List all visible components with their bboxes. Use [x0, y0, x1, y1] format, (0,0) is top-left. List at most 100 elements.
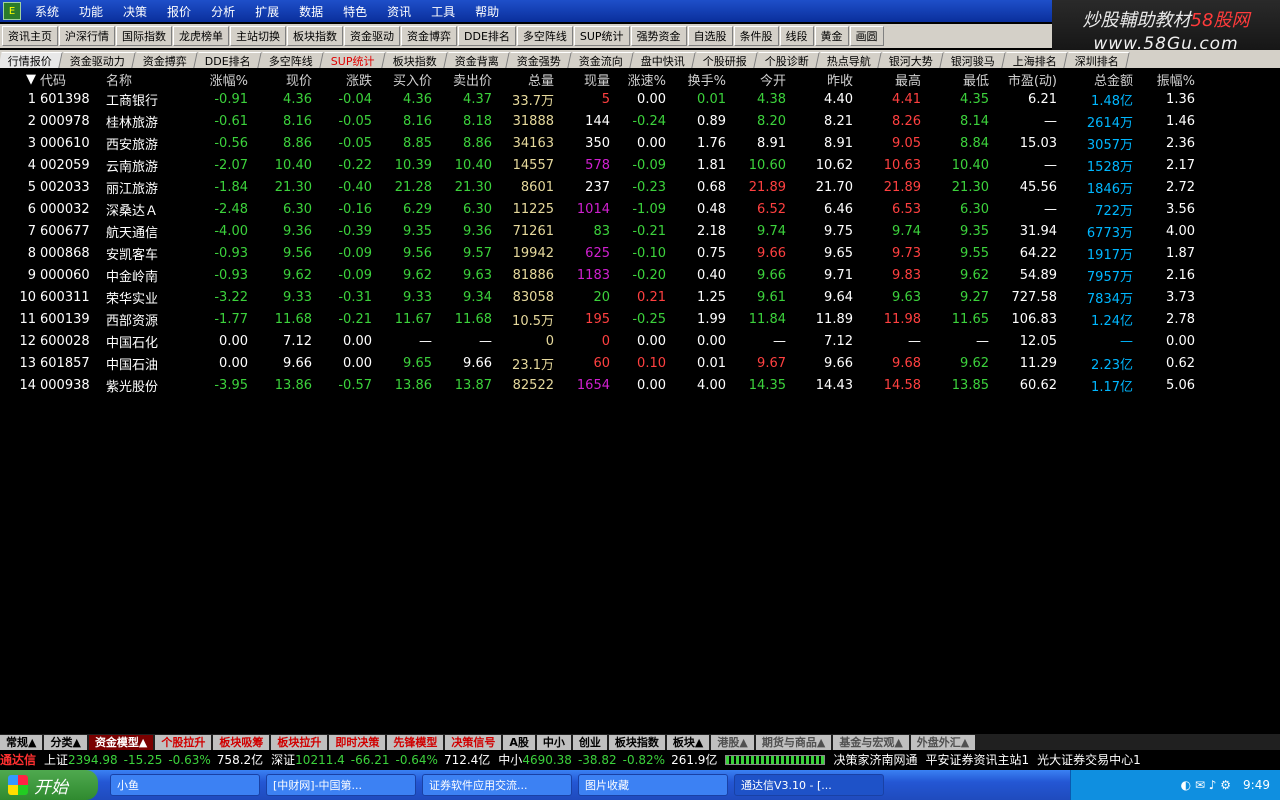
market-tab[interactable]: 外盘外汇▲ [910, 734, 976, 750]
sort-toggle-icon[interactable]: ▼ [0, 72, 40, 87]
stock-name[interactable]: 中国石油 [102, 354, 186, 373]
row-number[interactable]: 4 [0, 158, 40, 173]
stock-name[interactable]: 工商银行 [102, 90, 186, 109]
stock-code[interactable]: 000938 [40, 378, 102, 393]
function-tab[interactable]: 银河骏马 [940, 52, 1006, 68]
market-tab[interactable]: 期货与商品▲ [755, 734, 832, 750]
market-tab[interactable]: 常规▲ [0, 734, 43, 750]
table-row[interactable]: 10 600311 荣华实业 -3.22 9.33 -0.31 9.33 9.34 83058 2… [0, 286, 1280, 308]
table-row[interactable]: 6 000032 深桑达Ａ -2.48 6.30 -0.16 6.29 6.30 11225 10… [0, 198, 1280, 220]
column-header[interactable]: 换手% [666, 70, 726, 89]
taskbar-window-button[interactable]: 图片收藏 [578, 774, 728, 796]
market-tab[interactable]: 基金与宏观▲ [833, 734, 909, 750]
toolbar-button[interactable]: 主站切换 [230, 26, 286, 46]
start-button[interactable]: 开始 [0, 770, 98, 800]
market-tab[interactable]: 港股▲ [711, 734, 754, 750]
column-header[interactable]: 涨速% [610, 70, 666, 89]
table-row[interactable]: 1 601398 工商银行 -0.91 4.36 -0.04 4.36 4.37 33.7万 5 0… [0, 88, 1280, 110]
stock-code[interactable]: 600139 [40, 312, 102, 327]
market-tab[interactable]: 即时决策 [329, 734, 386, 750]
column-header[interactable]: 振幅% [1133, 70, 1195, 89]
menu-item[interactable]: 数据 [289, 3, 333, 20]
menu-item[interactable]: 特色 [333, 3, 377, 20]
toolbar-button[interactable]: SUP统计 [573, 26, 630, 46]
function-tab[interactable]: 资金流向 [568, 52, 634, 68]
taskbar-window-button[interactable]: 通达信V3.10 - [... [734, 774, 884, 796]
function-tab[interactable]: 资金驱动力 [60, 52, 136, 68]
function-tab[interactable]: 深圳排名 [1064, 52, 1130, 68]
market-tab[interactable]: 板块▲ [666, 734, 710, 750]
table-row[interactable]: 4 002059 云南旅游 -2.07 10.40 -0.22 10.39 10.40 1455… [0, 154, 1280, 176]
row-number[interactable]: 6 [0, 202, 40, 217]
column-header[interactable]: 总金额 [1057, 70, 1133, 89]
stock-name[interactable]: 桂林旅游 [102, 112, 186, 131]
toolbar-button[interactable]: 多空阵线 [516, 26, 573, 46]
table-row[interactable]: 3 000610 西安旅游 -0.56 8.86 -0.05 8.85 8.86 34163 35… [0, 132, 1280, 154]
row-number[interactable]: 14 [0, 378, 40, 393]
market-tab[interactable]: 先锋模型 [387, 734, 444, 750]
stock-code[interactable]: 601857 [40, 356, 102, 371]
market-tab[interactable]: 板块拉升 [271, 734, 328, 750]
toolbar-button[interactable]: 板块指数 [287, 26, 343, 46]
column-header[interactable]: 总量 [492, 70, 554, 89]
toolbar-button[interactable]: 强势资金 [630, 26, 687, 46]
menu-item[interactable]: 报价 [157, 3, 201, 20]
stock-name[interactable]: 中国石化 [102, 332, 186, 351]
taskbar-window-button[interactable]: [中财网]-中国第... [266, 774, 416, 796]
toolbar-button[interactable]: 国际指数 [116, 26, 172, 46]
function-tab[interactable]: 盘中快讯 [630, 52, 696, 68]
menu-item[interactable]: 扩展 [245, 3, 289, 20]
menu-item[interactable]: 资讯 [377, 3, 421, 20]
table-row[interactable]: 11 600139 西部资源 -1.77 11.68 -0.21 11.67 11.68 10.… [0, 308, 1280, 330]
column-header[interactable]: 最高 [853, 70, 921, 89]
column-header[interactable]: 现量 [554, 70, 610, 89]
stock-name[interactable]: 云南旅游 [102, 156, 186, 175]
column-header[interactable]: 现价 [248, 70, 312, 89]
row-number[interactable]: 5 [0, 180, 40, 195]
toolbar-button[interactable]: 条件股 [733, 26, 779, 46]
table-row[interactable]: 12 600028 中国石化 0.00 7.12 0.00 — — 0 0 0.00 0.00 — 7.1… [0, 330, 1280, 352]
market-tab[interactable]: 个股拉升 [155, 734, 212, 750]
toolbar-button[interactable]: 自选股 [687, 26, 733, 46]
function-tab[interactable]: 行情报价 [0, 52, 63, 68]
column-header[interactable]: 市盈(动) [989, 70, 1057, 89]
function-tab[interactable]: 上海排名 [1002, 52, 1068, 68]
function-tab[interactable]: 资金搏弈 [133, 52, 198, 68]
stock-name[interactable]: 航天通信 [102, 222, 186, 241]
row-number[interactable]: 12 [0, 334, 40, 349]
function-tab[interactable]: 板块指数 [382, 52, 448, 68]
market-tab[interactable]: 板块吸筹 [213, 734, 270, 750]
column-header[interactable]: 最低 [921, 70, 989, 89]
stock-name[interactable]: 紫光股份 [102, 376, 186, 395]
toolbar-button[interactable]: 龙虎榜单 [173, 26, 229, 46]
column-header[interactable]: 昨收 [786, 70, 853, 89]
column-header[interactable]: 涨幅% [186, 70, 248, 89]
market-tab[interactable]: A股 [503, 734, 535, 750]
row-number[interactable]: 10 [0, 290, 40, 305]
column-header[interactable]: 涨跌 [312, 70, 372, 89]
market-tab[interactable]: 资金模型▲ [88, 734, 154, 750]
row-number[interactable]: 9 [0, 268, 40, 283]
stock-code[interactable]: 000978 [40, 114, 102, 129]
stock-code[interactable]: 000868 [40, 246, 102, 261]
market-tab[interactable]: 分类▲ [44, 734, 87, 750]
toolbar-button[interactable]: 线段 [779, 26, 814, 46]
stock-code[interactable]: 601398 [40, 92, 102, 107]
stock-name[interactable]: 西部资源 [102, 310, 186, 329]
toolbar-button[interactable]: 黄金 [814, 26, 849, 46]
column-header[interactable]: 卖出价 [432, 70, 492, 89]
stock-name[interactable]: 西安旅游 [102, 134, 186, 153]
menu-item[interactable]: 分析 [201, 3, 245, 20]
table-row[interactable]: 14 000938 紫光股份 -3.95 13.86 -0.57 13.86 13.87 825… [0, 374, 1280, 396]
menu-item[interactable]: 系统 [25, 3, 69, 20]
stock-name[interactable]: 安凯客车 [102, 244, 186, 263]
menu-item[interactable]: 功能 [69, 3, 113, 20]
stock-name[interactable]: 丽江旅游 [102, 178, 186, 197]
toolbar-button[interactable]: 沪深行情 [59, 26, 115, 46]
column-header[interactable]: 今开 [726, 70, 786, 89]
function-tab[interactable]: SUP统计 [321, 52, 386, 68]
function-tab[interactable]: DDE排名 [195, 52, 262, 68]
row-number[interactable]: 11 [0, 312, 40, 327]
stock-code[interactable]: 000060 [40, 268, 102, 283]
toolbar-button[interactable]: 画圆 [849, 26, 884, 46]
